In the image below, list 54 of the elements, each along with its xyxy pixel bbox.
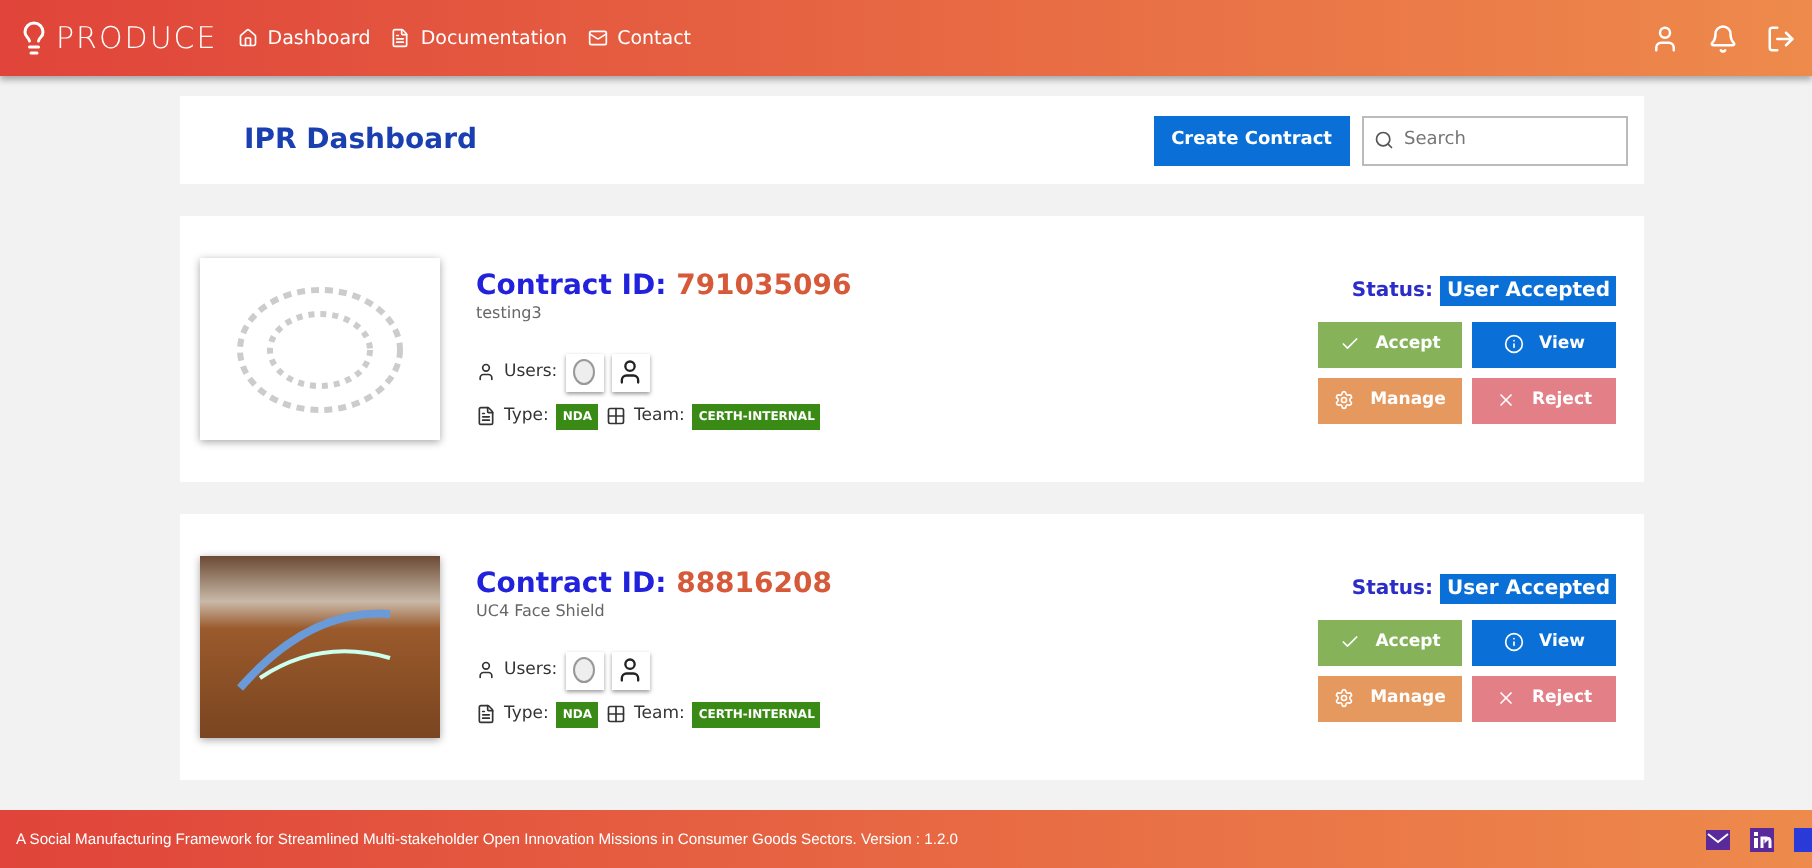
nav-link[interactable]: Documentation	[390, 27, 568, 49]
team-label: Team:	[634, 406, 685, 426]
type-label: Type:	[504, 704, 549, 724]
page-title: IPR Dashboard	[244, 124, 478, 156]
logo-text: PRODUCE	[56, 20, 218, 56]
nav-link[interactable]: Dashboard	[237, 27, 371, 49]
view-button[interactable]: View	[1472, 321, 1616, 367]
status-label: Status:	[1351, 279, 1433, 301]
close-icon	[1495, 688, 1516, 708]
manage-button[interactable]: Manage	[1318, 675, 1462, 721]
contract-name: UC4 Face Shield	[476, 601, 607, 619]
linkedin-icon[interactable]	[1748, 825, 1776, 853]
logout-icon[interactable]	[1766, 23, 1796, 53]
user-avatar[interactable]	[611, 651, 650, 689]
nav-link[interactable]: Contact	[587, 27, 692, 49]
reject-button[interactable]: Reject	[1472, 675, 1616, 721]
grid-icon	[606, 406, 627, 426]
check-icon	[1339, 632, 1360, 652]
user-avatar[interactable]	[611, 353, 650, 391]
status-label: Status:	[1351, 577, 1433, 599]
status-tag: User Accepted	[1440, 275, 1616, 305]
document-icon	[390, 28, 411, 48]
gear-icon	[1334, 688, 1355, 708]
manage-button[interactable]: Manage	[1318, 377, 1462, 423]
user-icon	[476, 362, 496, 382]
contract-id: Contract ID: 88816208	[476, 567, 833, 599]
users-label: Users:	[504, 362, 558, 382]
search-field[interactable]: Search	[1362, 115, 1628, 165]
reject-button[interactable]: Reject	[1472, 377, 1616, 423]
accept-button[interactable]: Accept	[1318, 619, 1462, 665]
close-icon	[1495, 390, 1516, 410]
search-icon	[1374, 129, 1394, 149]
team-label: Team:	[634, 704, 685, 724]
user-icon	[476, 660, 496, 680]
gear-icon	[1334, 390, 1355, 410]
info-icon	[1503, 632, 1524, 652]
contract-id: Contract ID: 791035096	[476, 269, 852, 301]
create-contract-button[interactable]: Create Contract	[1153, 115, 1350, 165]
mail-icon[interactable]	[1704, 825, 1732, 853]
contract-name: testing3	[476, 303, 544, 321]
accept-button[interactable]: Accept	[1318, 321, 1462, 367]
info-icon	[1503, 334, 1524, 354]
check-icon	[1339, 334, 1360, 354]
grid-icon	[606, 704, 627, 724]
bell-icon[interactable]	[1708, 23, 1738, 53]
mail-icon	[587, 28, 608, 48]
users-label: Users:	[504, 660, 558, 680]
type-label: Type:	[504, 406, 549, 426]
user-icon[interactable]	[1650, 23, 1680, 53]
status-tag: User Accepted	[1440, 573, 1616, 603]
home-icon	[237, 28, 258, 48]
document-icon	[476, 406, 496, 426]
document-icon	[476, 704, 496, 724]
view-button[interactable]: View	[1472, 619, 1616, 665]
